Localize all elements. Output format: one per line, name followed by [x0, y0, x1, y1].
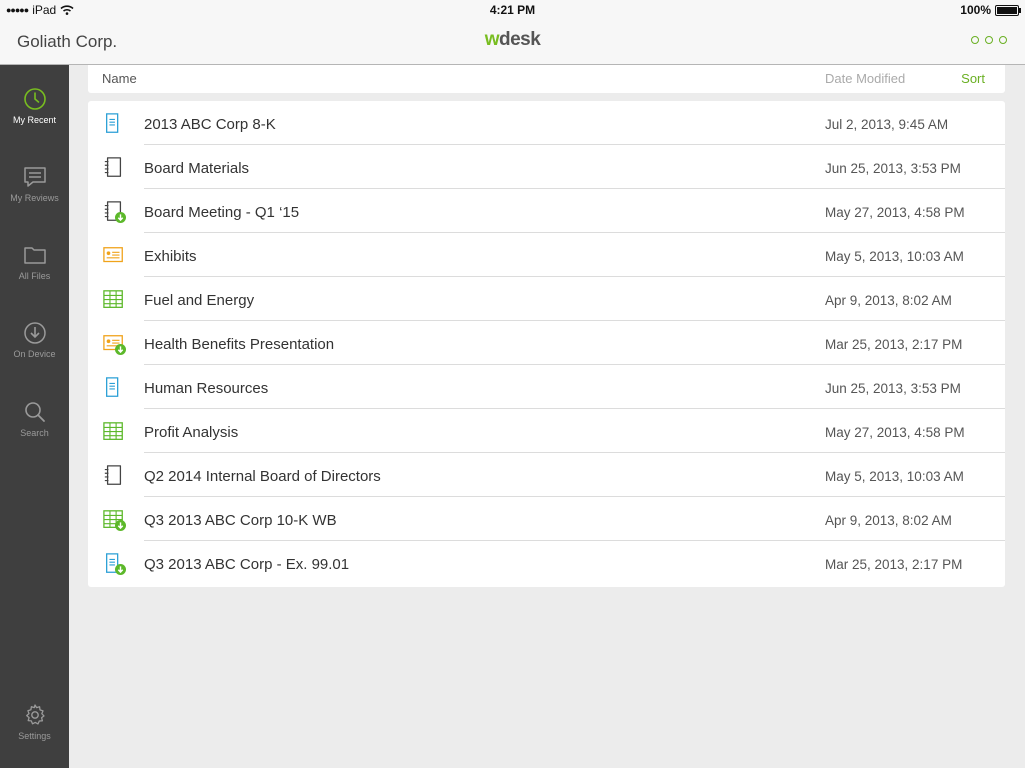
document-icon — [102, 113, 126, 135]
file-name: Q2 2014 Internal Board of Directors — [144, 468, 381, 485]
more-dot-icon — [971, 36, 979, 44]
status-time: 4:21 PM — [489, 3, 536, 17]
file-name: Human Resources — [144, 380, 269, 397]
sidebar-item-my-recent[interactable]: My Recent — [0, 87, 69, 125]
file-row[interactable]: Human Resources Jun 25, 2013, 3:53 PM — [88, 365, 1005, 409]
sidebar-item-label: All Files — [18, 271, 51, 281]
file-row[interactable]: Q3 2013 ABC Corp - Ex. 99.01 Mar 25, 2013… — [88, 541, 1005, 585]
file-date-modified: Mar 25, 2013, 2:17 PM — [825, 337, 963, 352]
sidebar-item-label: My Reviews — [10, 193, 59, 203]
file-name: Board Meeting - Q1 ‘15 — [144, 204, 300, 221]
file-date-modified: Mar 25, 2013, 2:17 PM — [825, 557, 963, 572]
sidebar-item-my-reviews[interactable]: My Reviews — [0, 165, 69, 203]
battery-label: 100% — [960, 3, 991, 17]
file-row[interactable]: Board Meeting - Q1 ‘15 May 27, 2013, 4:58… — [88, 189, 1005, 233]
search-icon — [24, 402, 45, 422]
file-row[interactable]: Q2 2014 Internal Board of Directors May 5… — [88, 453, 1005, 497]
file-date-modified: Apr 9, 2013, 8:02 AM — [825, 513, 952, 528]
file-date-modified: Jun 25, 2013, 3:53 PM — [825, 381, 961, 396]
file-date-modified: May 27, 2013, 4:58 PM — [825, 205, 965, 220]
nav-bar: Goliath Corp. wdesk — [0, 20, 1025, 65]
file-row[interactable]: Profit Analysis May 27, 2013, 4:58 PM — [88, 409, 1005, 453]
file-date-modified: May 27, 2013, 4:58 PM — [825, 425, 965, 440]
book-icon — [102, 465, 126, 487]
sidebar-item-settings[interactable]: Settings — [0, 703, 69, 741]
file-row[interactable]: Board Materials Jun 25, 2013, 3:53 PM — [88, 145, 1005, 189]
spreadsheet-icon — [102, 509, 126, 531]
file-name: Exhibits — [144, 248, 197, 265]
file-name: Q3 2013 ABC Corp - Ex. 99.01 — [144, 556, 350, 573]
presentation-icon — [102, 333, 126, 355]
file-name: Health Benefits Presentation — [144, 336, 335, 353]
file-row[interactable]: Q3 2013 ABC Corp 10-K WB Apr 9, 2013, 8:0… — [88, 497, 1005, 541]
gear-icon — [25, 704, 45, 725]
book-icon — [102, 157, 126, 179]
file-date-modified: Jul 2, 2013, 9:45 AM — [825, 117, 949, 132]
spreadsheet-icon — [102, 421, 126, 443]
battery-icon — [995, 4, 1021, 16]
column-header-date-modified[interactable]: Date Modified — [825, 71, 905, 86]
status-bar: ●●●●● iPad 4:21 PM 100% — [0, 0, 1025, 20]
sidebar-item-label: Search — [20, 428, 49, 438]
file-name: Board Materials — [144, 160, 250, 177]
file-name: Fuel and Energy — [144, 292, 255, 309]
folder-icon — [23, 247, 46, 264]
document-icon — [102, 377, 126, 399]
more-dot-icon — [999, 36, 1007, 44]
more-options-button[interactable] — [971, 36, 1007, 44]
file-date-modified: Jun 25, 2013, 3:53 PM — [825, 161, 961, 176]
download-icon — [23, 322, 46, 344]
chat-icon — [23, 167, 46, 187]
sidebar-item-label: My Recent — [12, 115, 56, 125]
spreadsheet-icon — [102, 289, 126, 311]
file-name: Profit Analysis — [144, 424, 239, 441]
wdesk-logo: wdesk — [484, 29, 541, 50]
status-right: 100% — [960, 3, 1021, 17]
file-row[interactable]: Fuel and Energy Apr 9, 2013, 8:02 AM — [88, 277, 1005, 321]
more-dot-icon — [985, 36, 993, 44]
clock-icon — [23, 88, 46, 110]
sort-button[interactable]: Sort — [961, 71, 985, 86]
file-date-modified: May 5, 2013, 10:03 AM — [825, 469, 964, 484]
file-name: Q3 2013 ABC Corp 10-K WB — [144, 512, 337, 529]
sidebar-item-all-files[interactable]: All Files — [0, 243, 69, 281]
file-date-modified: May 5, 2013, 10:03 AM — [825, 249, 964, 264]
column-header-name[interactable]: Name — [102, 71, 137, 86]
sidebar-item-on-device[interactable]: On Device — [0, 321, 69, 359]
file-list: 2013 ABC Corp 8-K Jul 2, 2013, 9:45 AM Boa… — [88, 101, 1005, 587]
file-date-modified: Apr 9, 2013, 8:02 AM — [825, 293, 952, 308]
book-icon — [102, 201, 126, 223]
file-row[interactable]: Exhibits May 5, 2013, 10:03 AM — [88, 233, 1005, 277]
sidebar-item-search[interactable]: Search — [0, 400, 69, 438]
sidebar-item-label: On Device — [13, 349, 56, 359]
sidebar-item-label: Settings — [18, 731, 51, 741]
file-row[interactable]: 2013 ABC Corp 8-K Jul 2, 2013, 9:45 AM — [88, 101, 1005, 145]
file-row[interactable]: Health Benefits Presentation Mar 25, 2013… — [88, 321, 1005, 365]
presentation-icon — [102, 245, 126, 267]
sidebar: My Recent My Reviews All Files On Device… — [0, 65, 69, 768]
file-name: 2013 ABC Corp 8-K — [144, 116, 276, 133]
document-icon — [102, 553, 126, 575]
list-header: Name Date Modified Sort — [88, 65, 1005, 93]
